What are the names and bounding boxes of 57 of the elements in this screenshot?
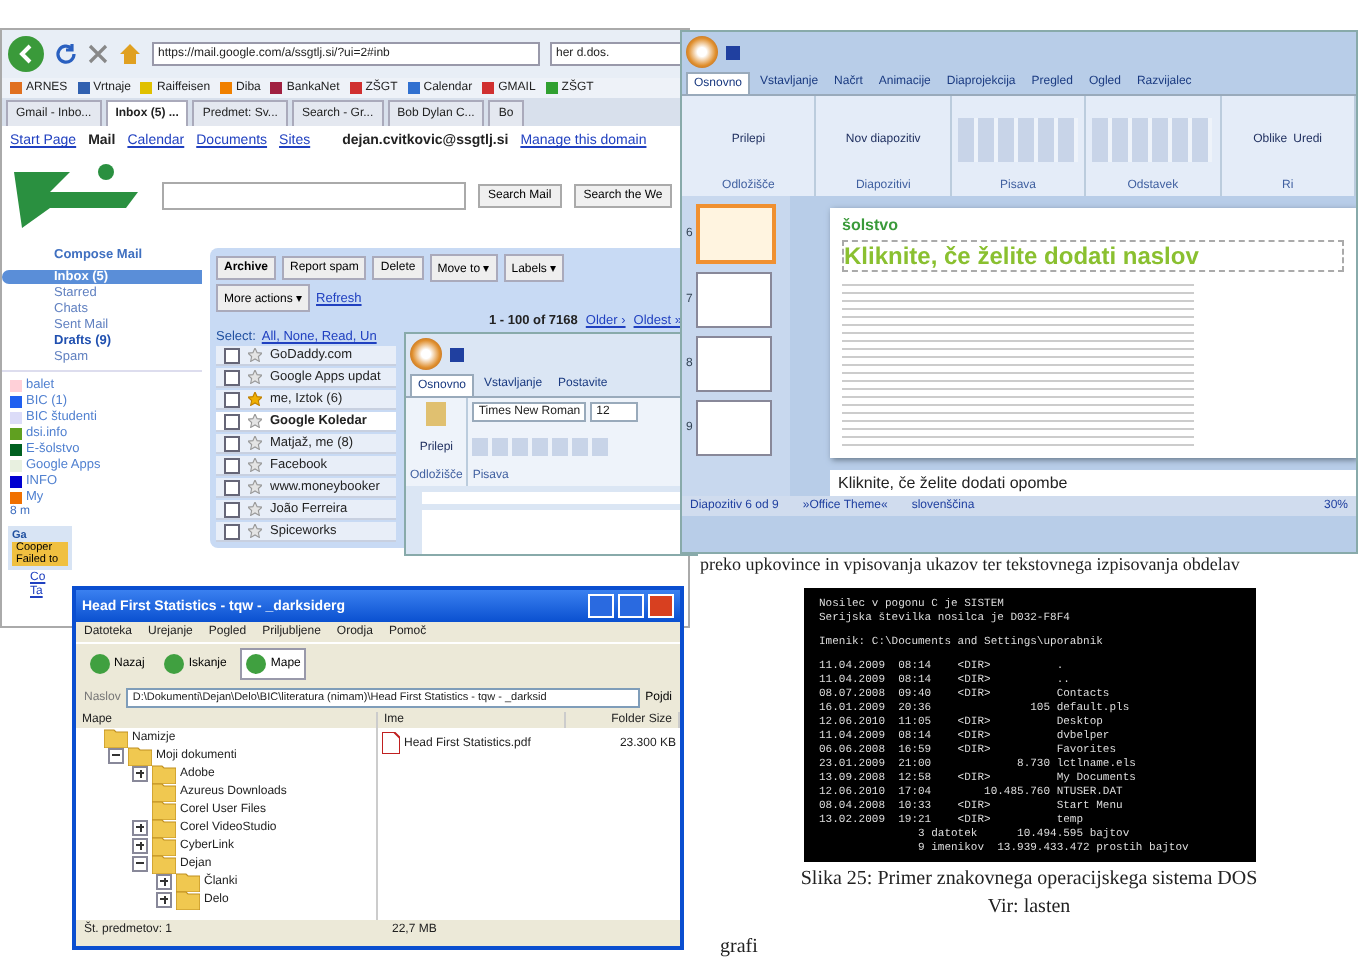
checkbox[interactable] bbox=[224, 347, 240, 363]
checkbox[interactable] bbox=[224, 391, 240, 407]
reload-icon[interactable] bbox=[54, 42, 78, 66]
folder-icon bbox=[152, 835, 176, 855]
clipboard-icon[interactable] bbox=[426, 402, 447, 426]
search-field[interactable] bbox=[162, 182, 466, 210]
figure-source: Vir: lasten bbox=[987, 896, 1071, 918]
minimize-button[interactable] bbox=[588, 594, 614, 618]
expander[interactable] bbox=[132, 837, 148, 853]
star-icon[interactable] bbox=[248, 370, 262, 384]
slide-thumbnail[interactable] bbox=[696, 272, 773, 328]
star-icon[interactable] bbox=[248, 414, 262, 428]
folder-icon bbox=[152, 763, 176, 783]
folder-icon bbox=[152, 781, 176, 801]
folder-icon bbox=[128, 745, 152, 765]
slide-thumbnail[interactable] bbox=[696, 400, 773, 456]
slide-thumbnail[interactable] bbox=[696, 336, 773, 392]
folder-icon bbox=[152, 799, 176, 819]
checkbox[interactable] bbox=[224, 479, 240, 495]
folder-icon bbox=[176, 889, 200, 909]
expander[interactable] bbox=[156, 873, 172, 889]
star-icon[interactable] bbox=[248, 502, 262, 516]
star-icon[interactable] bbox=[248, 480, 262, 494]
checkbox[interactable] bbox=[224, 369, 240, 385]
save-icon[interactable] bbox=[450, 347, 464, 361]
expander[interactable] bbox=[156, 891, 172, 907]
star-icon[interactable] bbox=[248, 392, 262, 406]
folder-icon bbox=[152, 853, 176, 873]
expander[interactable] bbox=[108, 747, 124, 763]
expander[interactable] bbox=[132, 855, 148, 871]
document-text: preko upkovince in vpisovanja ukazov ter tekstovnega izpisovanja obdelav bbox=[700, 554, 1240, 574]
star-icon[interactable] bbox=[248, 458, 262, 472]
close-button[interactable] bbox=[648, 594, 674, 618]
star-icon[interactable] bbox=[248, 436, 262, 450]
save-icon[interactable] bbox=[726, 45, 740, 59]
maximize-button[interactable] bbox=[618, 594, 644, 618]
slide-logo: šolstvo bbox=[842, 216, 901, 234]
checkbox[interactable] bbox=[224, 413, 240, 429]
office-button[interactable] bbox=[686, 36, 718, 68]
folder-icon bbox=[152, 817, 176, 837]
slide-thumbnail[interactable] bbox=[696, 204, 777, 264]
checkbox[interactable] bbox=[224, 457, 240, 473]
pdf-file-icon bbox=[382, 732, 400, 754]
checkbox[interactable] bbox=[224, 501, 240, 517]
back-button[interactable] bbox=[8, 36, 44, 72]
expander[interactable] bbox=[132, 765, 148, 781]
close-icon[interactable] bbox=[88, 44, 108, 64]
expander[interactable] bbox=[132, 819, 148, 835]
notes-field[interactable]: Kliknite, če želite dodati opombe bbox=[830, 470, 1356, 496]
folder-icon bbox=[176, 871, 200, 891]
checkbox[interactable] bbox=[224, 523, 240, 539]
checkbox[interactable] bbox=[224, 435, 240, 451]
home-icon[interactable] bbox=[118, 42, 142, 66]
star-icon[interactable] bbox=[248, 524, 262, 538]
document-text: grafi bbox=[720, 936, 758, 958]
star-icon[interactable] bbox=[248, 348, 262, 362]
figure-caption: Slika 25: Primer znakovnega operacijskega sistema DOS bbox=[800, 868, 1258, 890]
